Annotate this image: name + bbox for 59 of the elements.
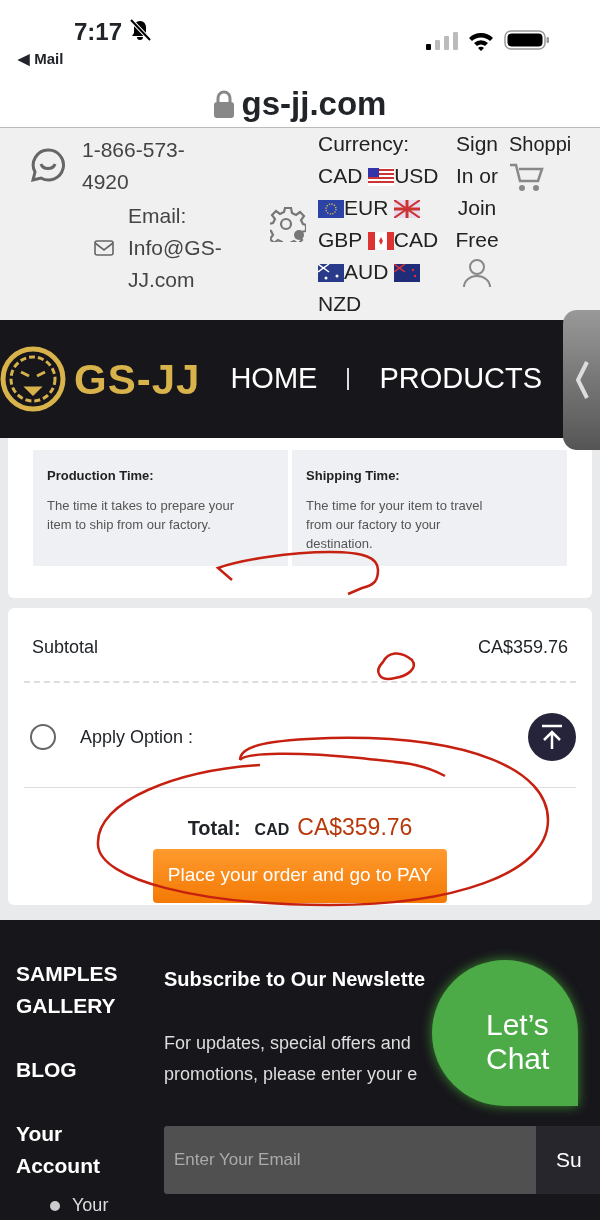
- footer-heading: Your Account: [16, 1121, 101, 1179]
- currency-settings-icon: [270, 206, 306, 242]
- chat-bubble-icon: [30, 147, 66, 183]
- phone-number[interactable]: 1-866-573-4920: [82, 132, 212, 198]
- signal-icon: [426, 32, 458, 50]
- footer-link[interactable]: BLOG: [16, 1054, 148, 1086]
- panel-description: The time for your item to travel from our factory to your destination.: [306, 496, 484, 553]
- panel-title: Shipping Time:: [306, 467, 401, 485]
- currency-option[interactable]: AUD: [344, 260, 389, 283]
- flag-icon: [394, 200, 421, 218]
- option-radio[interactable]: [30, 724, 56, 750]
- wifi-icon: [468, 31, 494, 51]
- currency-option[interactable]: USD: [394, 164, 439, 187]
- currency-label: Currency:: [318, 132, 410, 155]
- shopping-cart-link[interactable]: Shoppi: [509, 128, 579, 160]
- back-to-top-icon[interactable]: [528, 713, 576, 761]
- panel-title: Production Time:: [47, 467, 155, 485]
- currency-option[interactable]: GBP: [318, 228, 362, 251]
- bell-slash-icon: [128, 19, 152, 41]
- flag-icon: [318, 264, 344, 282]
- flag-icon: [368, 168, 395, 186]
- total-label: Total:: [187, 816, 241, 841]
- subscribe-button[interactable]: Su: [536, 1126, 600, 1194]
- logo-text[interactable]: GS-JJ: [74, 347, 201, 411]
- email-link[interactable]: Info@GS-JJ.com: [128, 232, 238, 296]
- subtotal-value: CA$359.76: [477, 636, 568, 659]
- nav-link[interactable]: PRODUCTS: [379, 357, 543, 401]
- subtotal-label: Subtotal: [32, 636, 99, 659]
- chevron-left-icon: [574, 360, 589, 400]
- currency-option[interactable]: EUR: [344, 196, 389, 219]
- side-panel-handle[interactable]: [563, 310, 600, 450]
- url-domain[interactable]: gs-jj.com: [241, 87, 387, 120]
- email-label: Email:: [128, 203, 188, 229]
- total-currency: CAD: [254, 820, 290, 840]
- clock-time: 7:17: [74, 17, 123, 47]
- flag-icon: [318, 200, 344, 218]
- currency-option[interactable]: NZD: [318, 292, 362, 315]
- currency-option[interactable]: CAD: [393, 228, 439, 251]
- newsletter-text: For updates, special offers and promotions, please enter your e: [164, 1032, 419, 1086]
- nav-link[interactable]: HOME: [230, 357, 318, 401]
- email-input[interactable]: Enter Your Email: [164, 1126, 536, 1194]
- envelope-icon: [94, 240, 114, 256]
- newsletter-heading: Subscribe to Our Newslette: [164, 967, 427, 992]
- bullet-icon: [50, 1200, 60, 1211]
- footer-link[interactable]: SAMPLES GALLERY: [16, 958, 148, 1022]
- total-value: CA$359.76: [297, 813, 413, 842]
- current-currency: CAD: [318, 164, 363, 187]
- flag-icon: [367, 232, 394, 250]
- option-label: Apply Option :: [80, 725, 194, 749]
- back-link[interactable]: ◀ Mail: [18, 48, 64, 71]
- cart-icon: [509, 162, 545, 193]
- account-link[interactable]: Your: [72, 1192, 109, 1219]
- sign-in-link[interactable]: Sign In or Join Free: [445, 128, 509, 256]
- panel-description: The time it takes to prepare your item to ship from our factory.: [47, 496, 236, 534]
- annotation-stroke: [377, 652, 415, 681]
- battery-icon: [504, 30, 550, 50]
- lock-icon: [213, 89, 234, 118]
- flag-icon: [394, 264, 421, 282]
- user-icon: [462, 258, 492, 289]
